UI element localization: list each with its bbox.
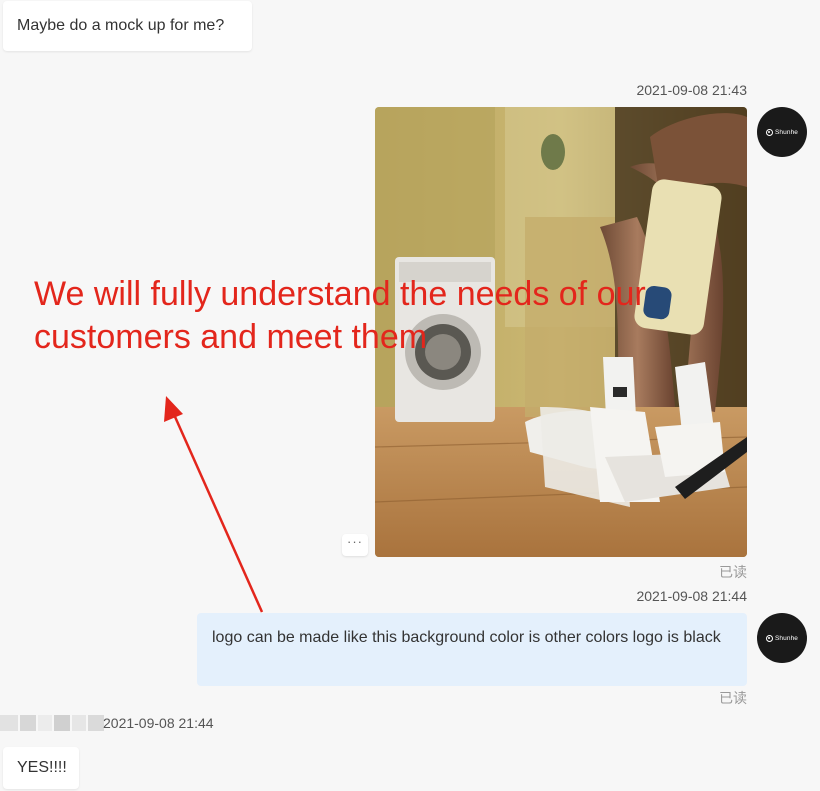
- more-options-button[interactable]: ···: [342, 534, 368, 556]
- read-receipt: 已读: [719, 690, 747, 706]
- message-text: YES!!!!: [17, 759, 67, 776]
- brand-logo-icon: [765, 128, 773, 136]
- message-text: logo can be made like this background co…: [212, 629, 721, 646]
- avatar-brand-text: Shunhe: [774, 128, 798, 136]
- incoming-message-bubble[interactable]: Maybe do a mock up for me?: [3, 1, 252, 51]
- chat-window: Maybe do a mock up for me? 2021-09-08 21…: [0, 0, 820, 791]
- incoming-message-bubble[interactable]: YES!!!!: [3, 747, 79, 789]
- outgoing-message-bubble[interactable]: logo can be made like this background co…: [197, 613, 747, 686]
- message-timestamp: 2021-09-08 21:43: [636, 82, 747, 98]
- read-receipt: 已读: [719, 564, 747, 580]
- message-timestamp: 2021-09-08 21:44: [636, 588, 747, 604]
- image-message[interactable]: [375, 107, 747, 557]
- message-timestamp: 2021-09-08 21:44: [103, 715, 214, 731]
- avatar[interactable]: Shunhe: [757, 613, 807, 663]
- blurred-sender-name: [0, 709, 108, 737]
- brand-logo-icon: [765, 634, 773, 642]
- avatar[interactable]: Shunhe: [757, 107, 807, 157]
- message-text: Maybe do a mock up for me?: [17, 17, 225, 34]
- avatar-brand-text: Shunhe: [774, 634, 798, 642]
- photo-illustration: [375, 107, 747, 557]
